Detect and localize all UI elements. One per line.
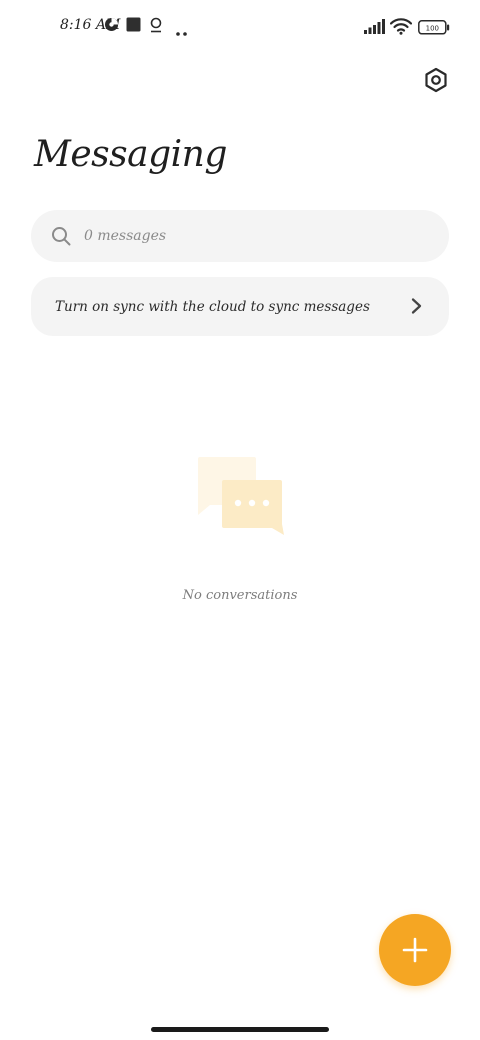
settings-button[interactable]	[418, 62, 454, 98]
chat-bubbles-icon	[198, 457, 284, 535]
signal-icon	[364, 19, 386, 38]
empty-state-text: No conversations	[182, 588, 298, 603]
sync-banner-text: Turn on sync with the cloud to sync mess…	[55, 298, 370, 315]
plus-icon	[402, 937, 428, 963]
home-indicator[interactable]	[151, 1027, 329, 1032]
chevron-right-icon	[407, 297, 425, 315]
data-saver-icon	[104, 17, 119, 36]
search-input[interactable]	[82, 227, 426, 245]
wifi-icon	[389, 17, 413, 39]
settings-hexagon-icon	[425, 67, 447, 93]
battery-icon: 100	[418, 20, 450, 39]
search-icon	[50, 225, 72, 247]
location-icon	[149, 17, 163, 37]
battery-level: 100	[426, 24, 439, 32]
sync-banner[interactable]: Turn on sync with the cloud to sync mess…	[31, 277, 449, 336]
more-dots-icon	[175, 22, 189, 41]
status-bar: 8:16 AM 100	[0, 0, 480, 56]
square-notification-icon	[126, 17, 141, 36]
empty-state: No conversations	[0, 455, 480, 603]
page-title: Messaging	[34, 134, 227, 175]
new-conversation-button[interactable]	[379, 914, 451, 986]
search-bar[interactable]	[31, 210, 449, 262]
